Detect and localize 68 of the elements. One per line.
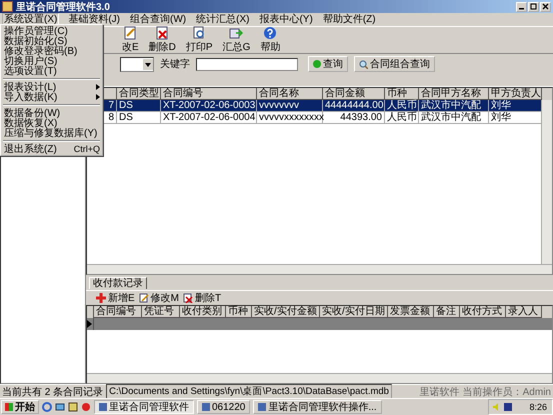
current-operator: 当前操作员：Admin (462, 386, 551, 398)
submenu-entry[interactable]: 导入数据(K) (1, 92, 102, 102)
menu-item[interactable]: 帮助文件(Z) (322, 14, 377, 26)
taskbar-button[interactable]: 里诺合同管理软件 (94, 400, 194, 414)
search-icon (359, 60, 368, 68)
minimize-button[interactable] (516, 2, 527, 12)
menu-item[interactable]: 报表中心(Y) (258, 14, 314, 26)
menu-entry[interactable]: 数据恢复(X) (1, 118, 102, 128)
action-icon (96, 293, 106, 303)
menu-entry[interactable]: 压缩与修复数据库(Y) (1, 128, 102, 138)
desktop-icon[interactable] (55, 402, 65, 412)
toolbar-button[interactable]: 打印P (182, 26, 217, 54)
maximize-button[interactable] (528, 2, 539, 12)
menu-item[interactable]: 组合查询(W) (129, 14, 188, 26)
table-cell: 人民币 (385, 100, 419, 112)
close-icon (542, 3, 549, 10)
toolbar-button[interactable]: 改E (118, 26, 143, 54)
table-cell: 武汉市中汽配 (419, 100, 489, 112)
database-path: C:\Documents and Settings\fyn\桌面\Pact3.10\DataBase\pact.mdb (106, 384, 392, 399)
table-cell: XT-2007-02-06-0004 (161, 112, 257, 124)
menu-entry[interactable]: 选项设置(T) (1, 66, 102, 76)
menu-entry[interactable]: 数据初始化(S) (1, 36, 102, 46)
action-button[interactable]: 修改M (138, 291, 180, 305)
toolbar-button[interactable]: 帮助 (256, 26, 284, 54)
table-cell: 人民币 (385, 112, 419, 124)
clock: 8:26 (529, 402, 547, 412)
window-title: 里诺合同管理软件3.0 (16, 0, 111, 14)
app-icon (2, 1, 13, 12)
keyword-field[interactable] (196, 58, 298, 70)
menu-entry[interactable]: 修改登录密码(B) (1, 46, 102, 56)
row-pointer-icon (87, 320, 92, 328)
taskbar-button[interactable]: 061220 (197, 400, 250, 414)
toolbar-button[interactable]: 删除D (144, 26, 180, 54)
maximize-icon (530, 3, 537, 10)
menu-item[interactable]: 统计汇总(X) (195, 14, 250, 26)
taskbar-button[interactable]: 里诺合同管理软件操作... (253, 400, 382, 414)
record-count: 当前共有 2 条合同记录 (1, 386, 104, 398)
browser-icon[interactable] (42, 402, 52, 412)
menu-entry[interactable]: 退出系统(Z) Ctrl+Q (1, 144, 102, 154)
horizontal-scrollbar[interactable] (87, 264, 552, 274)
table-cell: 44444444.00 (323, 100, 385, 112)
table-cell: vvvvvvvv (257, 100, 323, 112)
vertical-scrollbar[interactable] (541, 100, 552, 264)
submenu-entry[interactable]: 报表设计(L) (1, 82, 102, 92)
action-icon (138, 293, 149, 303)
table-cell: 武汉市中汽配 (419, 112, 489, 124)
menu-entry[interactable]: 切换用户(S) (1, 56, 102, 66)
table-cell: DS (117, 112, 161, 124)
action-button[interactable]: 删除T (183, 291, 222, 305)
table-cell: vvvvvxxxxxxxx (257, 112, 323, 124)
menu-item[interactable]: 基础资料(J) (67, 14, 122, 26)
tab[interactable]: 收付款记录 (89, 277, 147, 289)
close-button[interactable] (540, 2, 551, 12)
start-button[interactable]: 开始 (1, 400, 39, 414)
menu-entry[interactable]: 操作员管理(C) (1, 26, 102, 36)
toolbar-icon (229, 26, 244, 40)
search-button[interactable]: 查询 (308, 56, 348, 72)
horizontal-scrollbar[interactable] (87, 373, 552, 383)
keyword-label: 关键字 (160, 58, 190, 71)
toolbar-button[interactable]: 汇总G (218, 26, 254, 54)
action-button[interactable]: 新增E (96, 291, 135, 305)
table-cell: DS (117, 100, 161, 112)
type-dropdown[interactable] (120, 56, 154, 72)
table-cell: 44393.00 (323, 112, 385, 124)
table-cell: XT-2007-02-06-0003 (161, 100, 257, 112)
combo-search-button[interactable]: 合同组合查询 (354, 56, 435, 72)
action-icon (183, 293, 194, 303)
company-name: 里诺软件 (420, 386, 460, 398)
